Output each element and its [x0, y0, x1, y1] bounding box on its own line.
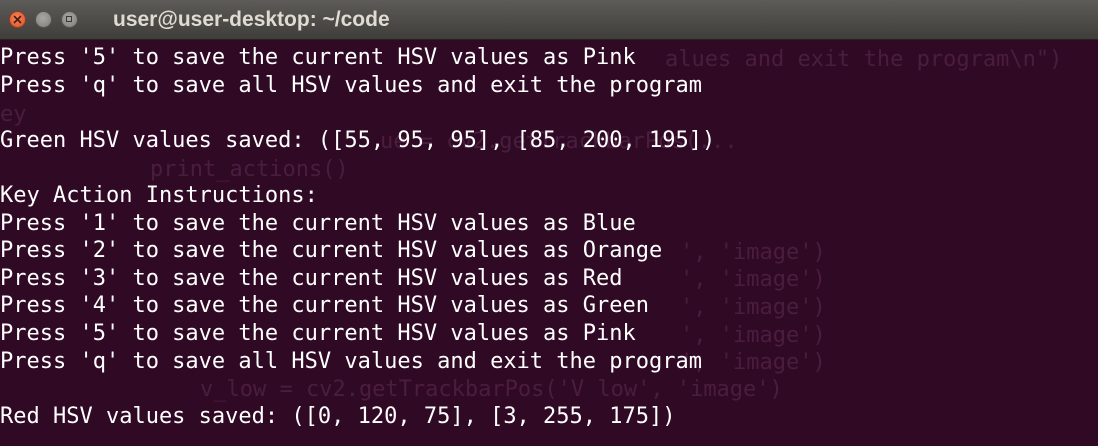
ghost-code-fragment: alues and exit the program\n") [665, 47, 1063, 72]
terminal-line: Key Action Instructions: [0, 182, 318, 208]
maximize-icon[interactable] [61, 11, 78, 28]
terminal-lines: Press '5' to save the current HSV values… [0, 44, 715, 430]
terminal-line: Press '3' to save the current HSV values… [0, 265, 623, 291]
terminal-line: Press '5' to save the current HSV values… [0, 320, 636, 346]
terminal-line: Press 'q' to save all HSV values and exi… [0, 348, 702, 374]
terminal-output-area[interactable]: alues and exit the program\n") ey ue = c… [0, 40, 1098, 446]
terminal-window: user@user-desktop: ~/code alues and exit… [0, 0, 1098, 446]
terminal-line: Press '5' to save the current HSV values… [0, 45, 636, 70]
close-icon[interactable] [9, 11, 26, 28]
terminal-line: Press '2' to save the current HSV values… [0, 238, 663, 264]
terminal-line: Press 'q' to save all HSV values and exi… [0, 72, 702, 98]
window-title: user@user-desktop: ~/code [113, 8, 390, 31]
minimize-icon[interactable] [35, 11, 52, 28]
terminal-line: Press '1' to save the current HSV values… [0, 210, 636, 236]
terminal-line: Press '4' to save the current HSV values… [0, 293, 650, 319]
title-bar[interactable]: user@user-desktop: ~/code [0, 0, 1098, 40]
terminal-line: Green HSV values saved: ([55, 95, 95], [… [0, 127, 716, 153]
terminal-line: Red HSV values saved: ([0, 120, 75], [3,… [0, 403, 676, 429]
